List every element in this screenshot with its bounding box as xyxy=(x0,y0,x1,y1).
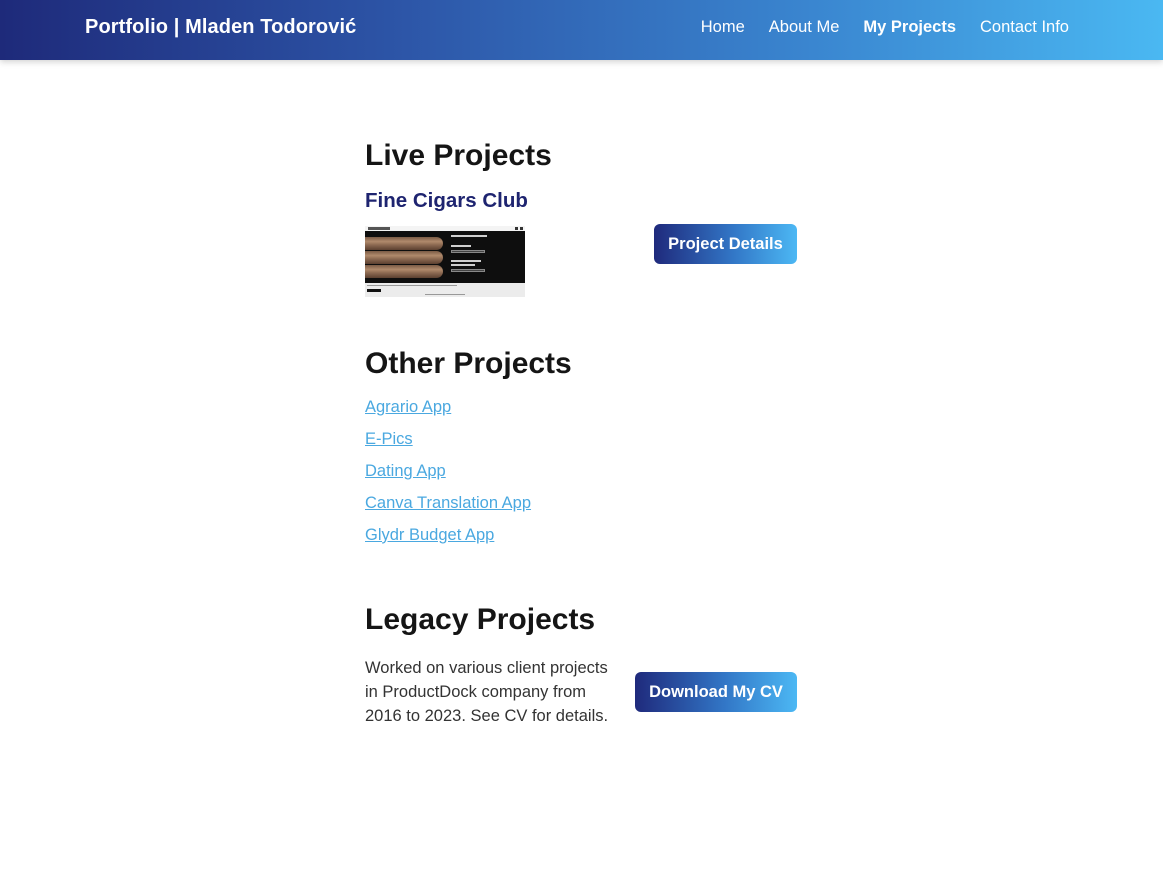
live-projects-heading: Live Projects xyxy=(365,139,552,172)
other-projects-list: Agrario App E-Pics Dating App Canva Tran… xyxy=(365,398,531,558)
download-cv-button[interactable]: Download My CV xyxy=(635,672,797,712)
nav-about-link[interactable]: About Me xyxy=(769,18,840,37)
main-nav: Home About Me My Projects Contact Info xyxy=(701,18,1069,37)
nav-contact-link[interactable]: Contact Info xyxy=(980,18,1069,37)
list-item: Dating App xyxy=(365,462,531,494)
site-brand[interactable]: Portfolio | Mladen Todorović xyxy=(85,16,356,39)
legacy-projects-heading: Legacy Projects xyxy=(365,603,596,636)
nav-home-link[interactable]: Home xyxy=(701,18,745,37)
project-link-agrario[interactable]: Agrario App xyxy=(365,398,451,416)
legacy-description: Worked on various client projects in Pro… xyxy=(365,659,609,725)
top-navbar: Portfolio | Mladen Todorović Home About … xyxy=(0,0,1163,60)
project-thumbnail[interactable] xyxy=(365,226,525,297)
other-projects-heading: Other Projects xyxy=(365,347,572,380)
list-item: Glydr Budget App xyxy=(365,526,531,558)
list-item: E-Pics xyxy=(365,430,531,462)
project-link-dating[interactable]: Dating App xyxy=(365,462,446,480)
nav-projects-link[interactable]: My Projects xyxy=(863,18,956,37)
thumbnail-hero xyxy=(365,231,525,283)
project-link-glydr[interactable]: Glydr Budget App xyxy=(365,526,494,544)
list-item: Canva Translation App xyxy=(365,494,531,526)
project-link-epics[interactable]: E-Pics xyxy=(365,430,413,448)
list-item: Agrario App xyxy=(365,398,531,430)
project-link-canva[interactable]: Canva Translation App xyxy=(365,494,531,512)
live-project-name: Fine Cigars Club xyxy=(365,189,528,212)
thumbnail-footer xyxy=(365,283,525,297)
project-details-button[interactable]: Project Details xyxy=(654,224,797,264)
